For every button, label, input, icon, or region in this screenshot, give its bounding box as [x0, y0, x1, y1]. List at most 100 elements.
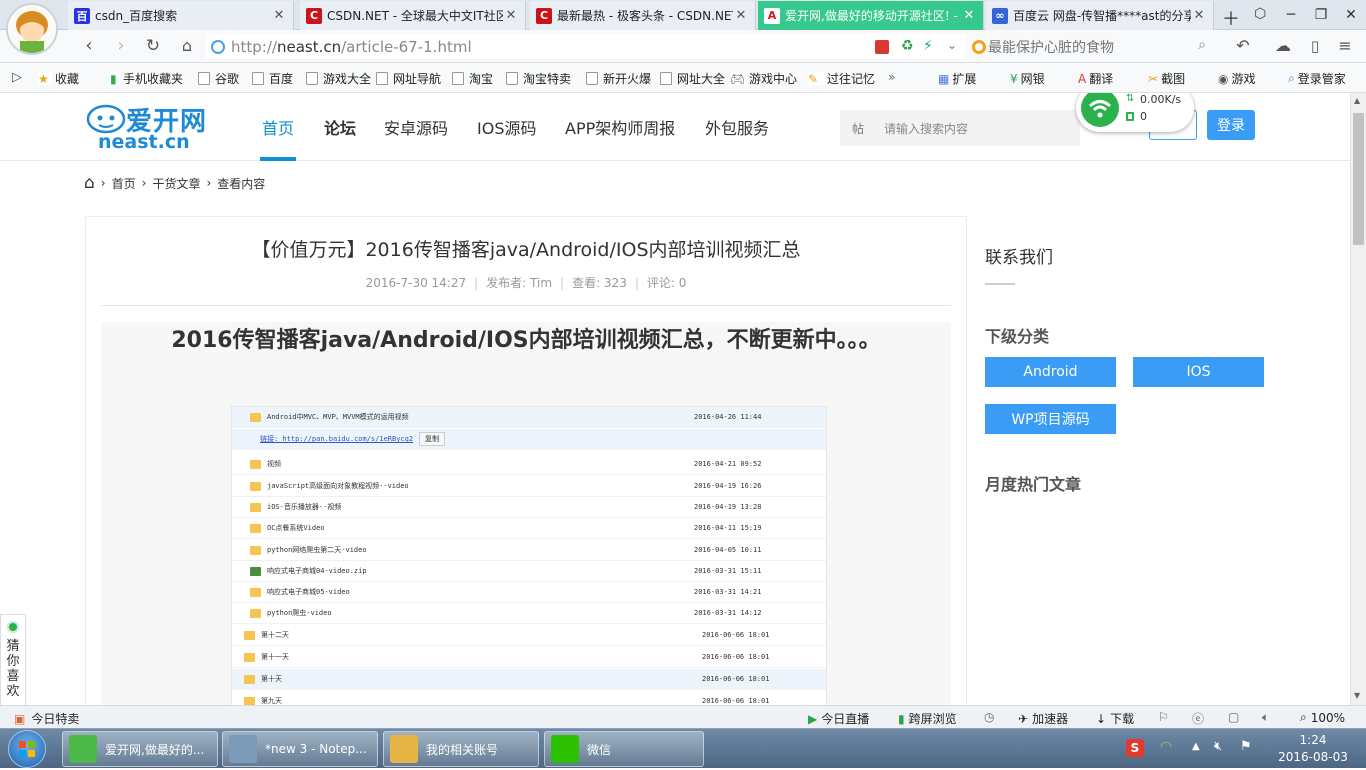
taskbar-item[interactable]: *new 3 - Notep...: [222, 731, 378, 767]
tab-0[interactable]: 百 csdn_百度搜索 ✕: [68, 1, 294, 30]
nav-menu-item-3[interactable]: IOS源码: [477, 115, 536, 139]
address-bar[interactable]: http://neast.cn/article-67-1.html ♻ ⚡ ⌄: [206, 34, 966, 59]
restore-button[interactable]: ❐: [1306, 7, 1336, 23]
bookmark-item[interactable]: 游戏大全: [306, 70, 371, 87]
tab-close-icon[interactable]: ✕: [503, 8, 519, 23]
article-author[interactable]: 发布者: Tim: [486, 276, 552, 290]
menu-icon[interactable]: ≡: [1334, 36, 1356, 56]
user-avatar[interactable]: [6, 3, 58, 55]
toolbar-5[interactable]: ⌕ 登录管家: [1288, 70, 1346, 87]
nav-menu-item-2[interactable]: 安卓源码: [384, 115, 448, 139]
today-deals[interactable]: ▣ 今日特卖: [14, 710, 79, 727]
nav-menu-item-4[interactable]: APP架构师周报: [565, 115, 675, 139]
cloud-icon[interactable]: ☁: [1272, 36, 1294, 56]
pan-row[interactable]: 视频 2016-04-21 09:52: [232, 454, 826, 475]
nav-menu-item-0[interactable]: 首页: [262, 115, 294, 139]
tab-3[interactable]: A 爱开网,做最好的移动开源社区! - ✕: [758, 1, 984, 30]
scroll-up-icon[interactable]: ▲: [1354, 96, 1360, 105]
start-button[interactable]: [8, 730, 46, 768]
tab-close-icon[interactable]: ✕: [733, 8, 749, 23]
guess-you-like-panel[interactable]: 猜你喜欢: [0, 614, 26, 706]
more-bookmarks-icon[interactable]: »: [888, 70, 895, 84]
network-monitor[interactable]: ⇅ 0.00K/s 0: [1076, 93, 1194, 132]
download-button[interactable]: ↓ 下载: [1096, 710, 1134, 727]
cross-screen-button[interactable]: ▮ 跨屏浏览: [898, 710, 957, 727]
pan-row[interactable]: Android中MVC、MVP、MVVM模式的运用视频 2016-04-26 11…: [232, 407, 826, 428]
clock[interactable]: 1:24 2016-08-03: [1263, 732, 1363, 766]
bookmark-item[interactable]: ✎ 过往记忆: [808, 70, 875, 87]
new-tab-button[interactable]: ＋: [1222, 5, 1240, 31]
pan-row[interactable]: 第十二天 2016-06-06 18:01: [232, 625, 826, 646]
home-icon[interactable]: ⌂: [176, 36, 198, 56]
site-search-box[interactable]: 帖 请输入搜索内容: [840, 110, 1080, 146]
minimize-button[interactable]: ─: [1276, 7, 1306, 23]
subcat-wp[interactable]: WP项目源码: [985, 404, 1116, 434]
pan-row[interactable]: javaScript高级面向对象教程视频--video 2016-04-19 16…: [232, 476, 826, 497]
pan-row[interactable]: 第十天 2016-06-06 18:01: [232, 669, 826, 690]
search-prefix[interactable]: 帖: [852, 120, 864, 137]
tab-close-icon[interactable]: ✕: [961, 8, 977, 23]
page-scrollbar[interactable]: ▲ ▼: [1350, 93, 1366, 705]
refresh-button[interactable]: ↻: [142, 36, 164, 56]
tab-close-icon[interactable]: ✕: [271, 8, 287, 23]
bookmark-item[interactable]: ★ 收藏: [38, 70, 79, 87]
taskbar-item[interactable]: 爱开网,做最好的...: [62, 731, 218, 767]
phone-icon[interactable]: ▯: [1304, 36, 1326, 56]
back-button[interactable]: ‹: [78, 36, 100, 56]
ime-icon[interactable]: S: [1126, 739, 1144, 757]
history-icon[interactable]: ◷: [984, 710, 994, 724]
scroll-down-icon[interactable]: ▼: [1354, 691, 1360, 700]
bookmark-item[interactable]: 淘宝: [452, 70, 493, 87]
pan-row[interactable]: 响应式电子商城04-video.zip 2016-03-31 15:11: [232, 561, 826, 582]
taskbar-item[interactable]: 我的相关账号: [383, 731, 539, 767]
mute-icon[interactable]: 🔇︎: [1214, 739, 1222, 754]
pan-row[interactable]: iOS-音乐播放器--视频 2016-04-19 13:28: [232, 497, 826, 518]
bookmark-item[interactable]: ▮ 手机收藏夹: [110, 70, 183, 87]
pan-row[interactable]: 第九天 2016-06-06 18:01: [232, 691, 826, 705]
toolbar-1[interactable]: ¥ 网银: [1010, 70, 1045, 87]
pan-row[interactable]: 链接: http://pan.baidu.com/s/1eRBycq2 复制: [232, 429, 826, 450]
flag-icon[interactable]: ⚐: [1158, 710, 1169, 724]
tray-expand-icon[interactable]: ▲: [1192, 741, 1200, 752]
taskbar-item[interactable]: 微信: [544, 731, 704, 767]
article-comments[interactable]: 评论: 0: [647, 276, 687, 290]
close-window-button[interactable]: ✕: [1336, 7, 1366, 23]
browser-search-box[interactable]: 最能保护心脏的食物 ⌕: [972, 34, 1216, 59]
toolbar-0[interactable]: ▦ 扩展: [938, 70, 976, 87]
tab-2[interactable]: C 最新最热 - 极客头条 - CSDN.NET ✕: [530, 1, 756, 30]
wifi-tray-icon[interactable]: ◠: [1160, 739, 1172, 755]
toolbar-4[interactable]: ◉ 游戏: [1218, 70, 1256, 87]
lightning-icon[interactable]: ⚡: [923, 38, 933, 54]
site-info-icon[interactable]: [211, 39, 225, 54]
copy-button[interactable]: 复制: [419, 432, 446, 446]
toolbar-3[interactable]: ✂ 截图: [1148, 70, 1185, 87]
sidebar-toggle-icon[interactable]: ▷: [12, 70, 22, 85]
bookmark-item[interactable]: 谷歌: [198, 70, 239, 87]
bookmark-item[interactable]: 🎮︎ 游戏中心: [730, 70, 797, 87]
live-button[interactable]: ▶ 今日直播: [808, 710, 869, 727]
tab-1[interactable]: C CSDN.NET - 全球最大中文IT社区 ✕: [300, 1, 526, 30]
window-icon[interactable]: ▢: [1228, 710, 1239, 724]
site-logo[interactable]: 爱开网 neast.cn: [86, 97, 226, 153]
pan-row[interactable]: python爬虫-video 2016-03-31 14:12: [232, 603, 826, 624]
undo-icon[interactable]: ↶: [1232, 36, 1254, 56]
recycle-icon[interactable]: ♻: [901, 38, 914, 54]
toolbar-2[interactable]: A 翻译: [1078, 70, 1113, 87]
nav-menu-item-5[interactable]: 外包服务: [705, 115, 769, 139]
bookmark-item[interactable]: 淘宝特卖: [506, 70, 571, 87]
breadcrumb-category[interactable]: 干货文章: [152, 175, 200, 192]
action-center-icon[interactable]: ⚑: [1240, 739, 1252, 754]
login-button[interactable]: 登录: [1207, 110, 1255, 140]
pan-row[interactable]: 第十一天 2016-06-06 18:01: [232, 647, 826, 668]
pan-row[interactable]: 响应式电子商城05-video 2016-03-31 14:21: [232, 582, 826, 603]
subcat-ios[interactable]: IOS: [1133, 357, 1264, 387]
bookmark-item[interactable]: 网址大全: [660, 70, 725, 87]
security-badge-icon[interactable]: [875, 40, 889, 54]
bookmark-item[interactable]: 新开火爆: [586, 70, 651, 87]
search-icon[interactable]: ⌕: [1198, 37, 1206, 53]
bookmark-item[interactable]: 百度: [252, 70, 293, 87]
forward-button[interactable]: ›: [110, 36, 132, 56]
volume-icon[interactable]: 🔈︎: [1262, 710, 1269, 725]
bookmark-item[interactable]: 网址导航: [376, 70, 441, 87]
subcat-android[interactable]: Android: [985, 357, 1116, 387]
